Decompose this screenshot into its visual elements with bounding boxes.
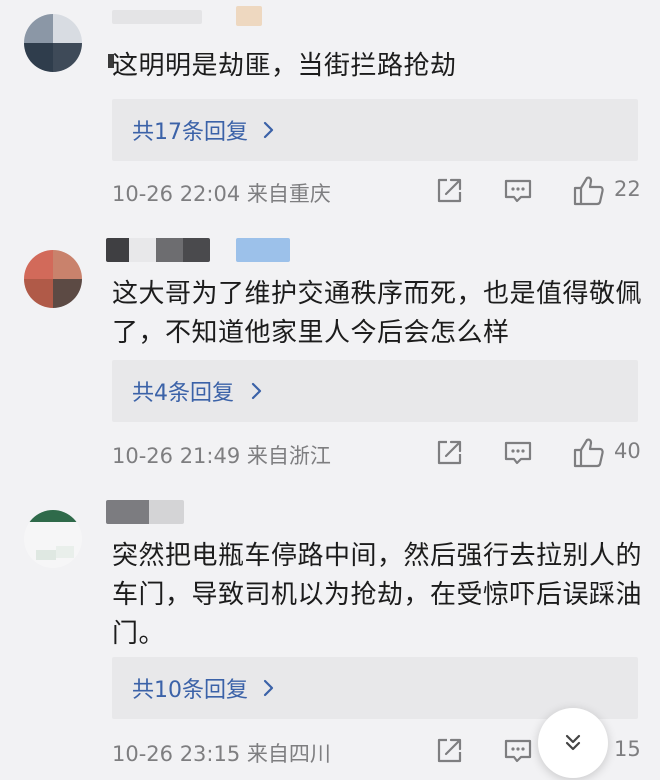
chevron-right-icon [251, 382, 262, 400]
like-count: 22 [614, 177, 641, 201]
thumbs-up-icon[interactable] [572, 174, 606, 208]
comment-icon[interactable] [502, 436, 534, 468]
share-icon[interactable] [434, 436, 464, 468]
avatar[interactable] [24, 14, 82, 72]
avatar[interactable] [24, 250, 82, 308]
comment-text: 这明明是劫匪，当街拦路抢劫 [112, 51, 457, 81]
replies-count-label: 共10条回复 [132, 678, 248, 703]
share-icon[interactable] [434, 174, 464, 206]
timestamp-location: 10-26 23:15 来自四川 [112, 742, 331, 766]
thumbs-up-icon[interactable] [572, 436, 606, 470]
view-replies-button[interactable]: 共4条回复 [112, 360, 638, 422]
avatar[interactable] [24, 510, 82, 568]
view-replies-button[interactable]: 共17条回复 [112, 99, 638, 161]
user-badge-blurred [236, 238, 290, 262]
comment-meta: 10-26 21:49 来自浙江 40 [112, 436, 642, 470]
share-icon[interactable] [434, 734, 464, 766]
username-blurred[interactable] [112, 10, 202, 24]
double-chevron-down-icon [565, 734, 581, 751]
chevron-right-icon [263, 121, 274, 139]
comment-icon[interactable] [502, 734, 534, 766]
scroll-down-button[interactable] [538, 708, 608, 778]
comment-text: 突然把电瓶车停路中间，然后强行去拉别人的车门，导致司机以为抢劫，在受惊吓后误踩油… [112, 541, 643, 649]
timestamp-location: 10-26 22:04 来自重庆 [112, 182, 331, 206]
comment-meta: 10-26 22:04 来自重庆 22 [112, 174, 642, 208]
username-blurred[interactable] [106, 500, 184, 524]
comment-text: 这大哥为了维护交通秩序而死，也是值得敬佩了，不知道他家里人今后会怎么样 [112, 279, 643, 348]
chevron-right-icon [263, 679, 274, 697]
like-count: 15 [614, 737, 641, 761]
replies-count-label: 共4条回复 [132, 381, 234, 406]
like-count: 40 [614, 439, 641, 463]
user-badge-blurred [236, 6, 262, 26]
timestamp-location: 10-26 21:49 来自浙江 [112, 444, 331, 468]
comment-icon[interactable] [502, 174, 534, 206]
username-blurred[interactable] [106, 238, 210, 262]
replies-count-label: 共17条回复 [132, 120, 248, 145]
